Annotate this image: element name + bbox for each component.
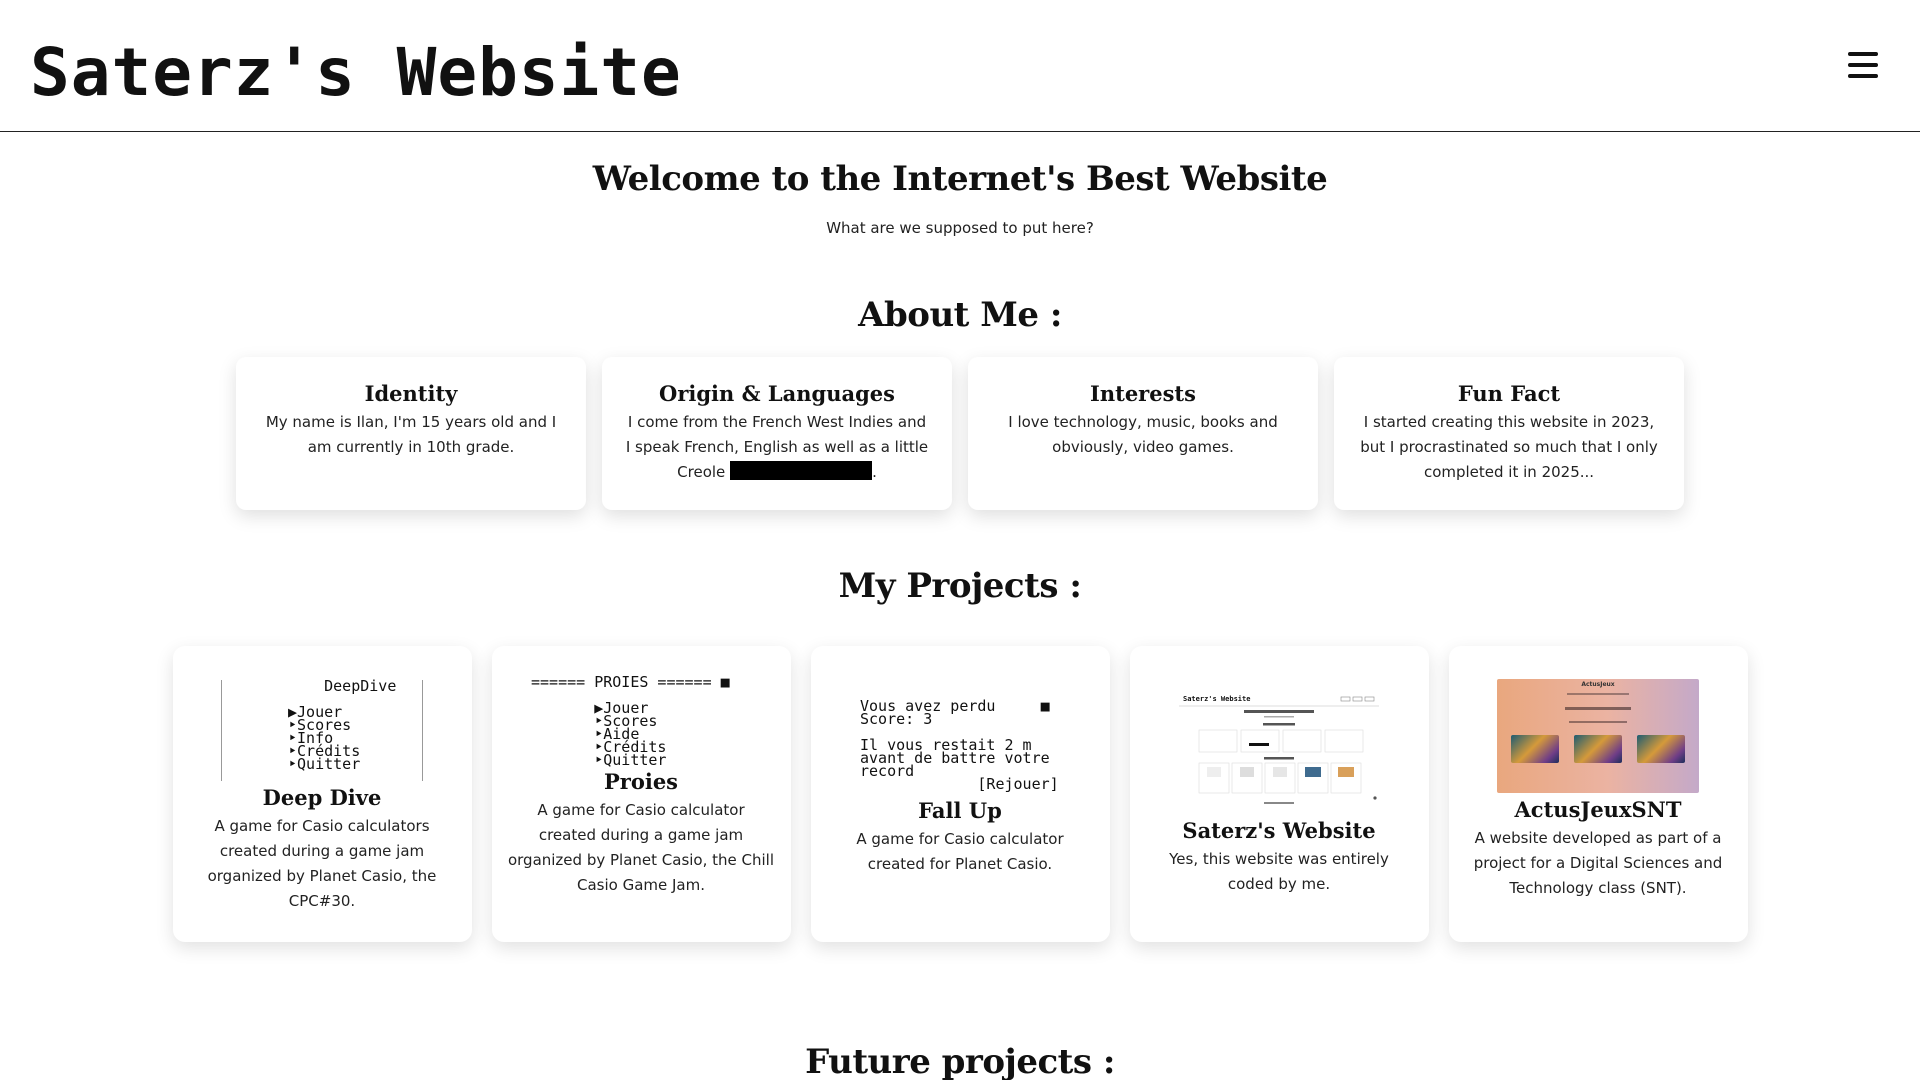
mini-actus-title: ActusJeux — [1581, 681, 1615, 688]
card-text: A game for Casio calculator created for … — [856, 830, 1064, 873]
site-title[interactable]: Saterz's Website — [30, 34, 682, 111]
project-card-proies[interactable]: ====== PROIES ====== ■ ▶Jouer ‣Scores ‣A… — [491, 646, 791, 942]
redacted-text — [730, 461, 873, 480]
card-text: My name is Ilan, I'm 15 years old and I … — [265, 413, 557, 456]
mini-nav — [1567, 693, 1629, 695]
deep-dive-screenshot: DeepDive ▶Jouer ‣Scores ‣Info ‣Crédits ‣… — [221, 679, 423, 781]
project-card-fall-up[interactable]: Vous avez perdu ■ Score: 3 Il vous resta… — [810, 646, 1110, 942]
hero-subtitle: What are we supposed to put here? — [826, 219, 1094, 237]
project-card-actusjeuxsnt[interactable]: ActusJeux ActusJeuxSNT A website develop… — [1448, 646, 1748, 942]
card-title: Saterz's Website — [1182, 818, 1376, 843]
proies-screenshot: ====== PROIES ====== ■ ▶Jouer ‣Scores ‣A… — [531, 673, 730, 769]
mini-thumbnail — [1574, 735, 1622, 763]
card-text: I started creating this website in 2023,… — [1360, 413, 1658, 481]
card-title: Fall Up — [918, 798, 1002, 823]
mini-heading — [1565, 707, 1631, 710]
project-card-deep-dive[interactable]: DeepDive ▶Jouer ‣Scores ‣Info ‣Crédits ‣… — [172, 646, 472, 942]
card-title: Identity — [364, 381, 458, 406]
future-projects-heading: Future projects : — [805, 1042, 1115, 1080]
about-card-interests: Interests I love technology, music, book… — [968, 357, 1318, 510]
card-text: A game for Casio calculators created dur… — [207, 817, 437, 910]
mini-site-title: Saterz's Website — [1183, 695, 1251, 703]
about-card-identity: Identity My name is Ilan, I'm 15 years o… — [236, 357, 586, 510]
card-text: A website developed as part of a project… — [1473, 829, 1723, 897]
card-title: Fun Fact — [1457, 381, 1561, 406]
card-text: I come from the French West Indies and I… — [602, 410, 952, 485]
card-title: Interests — [1090, 381, 1196, 406]
hamburger-menu-icon[interactable] — [1848, 52, 1878, 78]
card-text: I love technology, music, books and obvi… — [1008, 413, 1278, 456]
about-heading: About Me : — [858, 295, 1062, 335]
projects-heading: My Projects : — [838, 566, 1082, 606]
project-card-saterz-website[interactable]: Saterz's Website Saterz's Website Yes, t… — [1129, 646, 1429, 942]
actusjeuxsnt-screenshot: ActusJeux — [1497, 679, 1699, 793]
mini-thumbnail — [1511, 735, 1559, 763]
site-header: Saterz's Website — [0, 0, 1920, 132]
hero-title: Welcome to the Internet's Best Website — [592, 159, 1328, 199]
card-text-end: . — [872, 463, 877, 481]
website-preview-graphic — [1179, 694, 1379, 810]
about-card-origin: Origin & Languages I come from the Frenc… — [602, 357, 952, 510]
card-title: Origin & Languages — [659, 381, 895, 406]
mini-thumbnail — [1637, 735, 1685, 763]
project-cards: DeepDive ▶Jouer ‣Scores ‣Info ‣Crédits ‣… — [0, 646, 1920, 942]
mini-subheading — [1569, 721, 1627, 723]
fall-up-screenshot: Vous avez perdu ■ Score: 3 Il vous resta… — [860, 697, 1059, 793]
card-text: Yes, this website was entirely coded by … — [1169, 850, 1389, 893]
card-text: A game for Casio calculator created duri… — [507, 801, 775, 894]
card-title: Proies — [603, 769, 679, 794]
saterz-website-screenshot: Saterz's Website — [1179, 694, 1379, 810]
card-title: Deep Dive — [262, 785, 382, 810]
about-card-fun-fact: Fun Fact I started creating this website… — [1334, 357, 1684, 510]
about-cards: Identity My name is Ilan, I'm 15 years o… — [0, 357, 1920, 510]
card-title: ActusJeuxSNT — [1514, 797, 1682, 822]
